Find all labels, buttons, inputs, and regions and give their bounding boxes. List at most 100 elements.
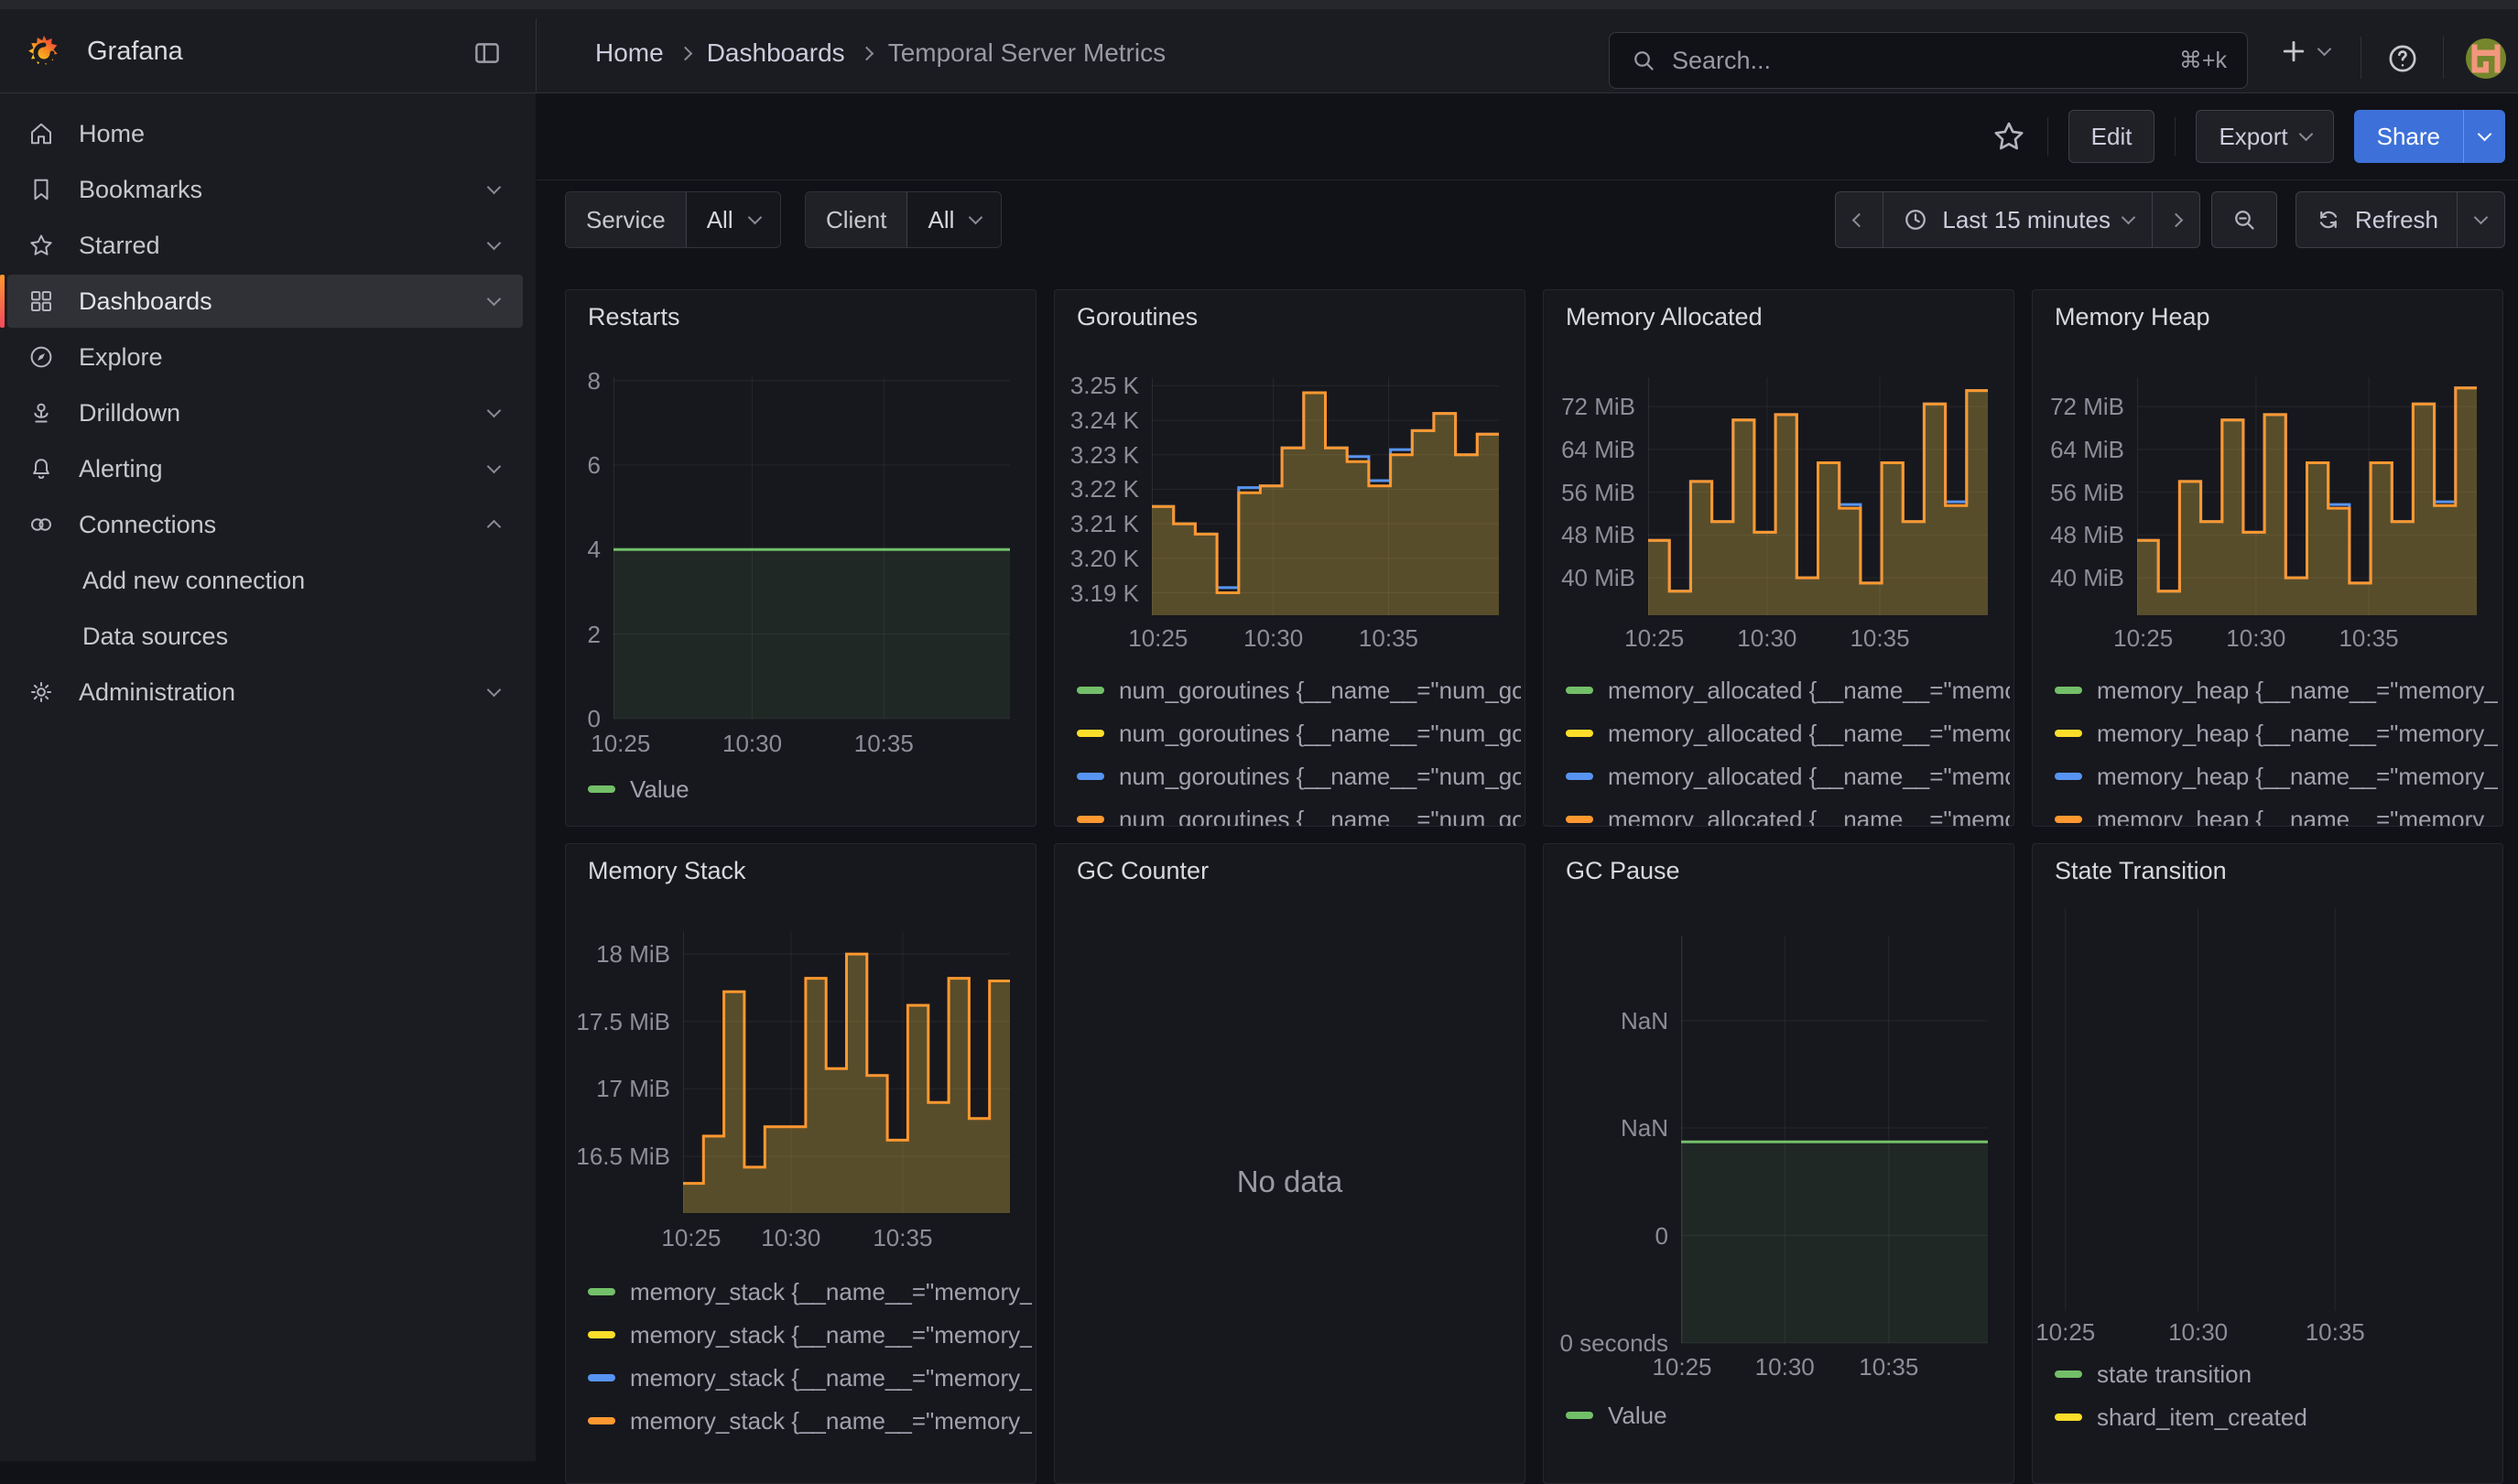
chart-gc-pause[interactable]: NaNNaN00 seconds10:2510:3010:35: [1544, 844, 2013, 1483]
time-shift-back-button[interactable]: [1835, 191, 1883, 248]
legend-label[interactable]: memory_heap {__name__="memory_h: [2097, 677, 2499, 704]
dock-sidebar-icon[interactable]: [472, 38, 503, 69]
zoom-out-button[interactable]: [2211, 191, 2277, 248]
sidebar-nav: HomeBookmarksStarredDashboardsExploreDri…: [0, 93, 536, 1461]
legend-label[interactable]: num_goroutines {__name__="num_go: [1119, 763, 1521, 790]
plot-area[interactable]: [613, 377, 1010, 719]
y-axis-tick-label: 3.19 K: [1055, 580, 1139, 608]
legend-label[interactable]: memory_allocated {__name__="memo: [1608, 677, 2010, 704]
bell-icon: [27, 455, 55, 482]
legend-color-chip: [1566, 1412, 1593, 1419]
legend-label[interactable]: memory_stack {__name__="memory_s: [630, 1321, 1032, 1349]
chevron-down-icon: [487, 683, 502, 698]
y-axis-tick-label: 40 MiB: [2033, 564, 2124, 592]
sidebar-item-administration[interactable]: Administration: [7, 666, 523, 719]
y-axis-tick-label: 64 MiB: [2033, 436, 2124, 464]
legend-label[interactable]: num_goroutines {__name__="num_go: [1119, 677, 1521, 704]
legend-label[interactable]: shard_item_created: [2097, 1403, 2307, 1431]
legend-label[interactable]: memory_stack {__name__="memory_s: [630, 1407, 1032, 1435]
export-button[interactable]: Export: [2196, 110, 2333, 163]
legend-label[interactable]: memory_allocated {__name__="memo: [1608, 720, 2010, 747]
legend-label[interactable]: memory_stack {__name__="memory_s: [630, 1278, 1032, 1305]
legend-label[interactable]: Value: [630, 775, 689, 803]
legend-item: state transition: [2055, 1360, 2499, 1388]
help-icon[interactable]: [2385, 41, 2420, 76]
legend-label[interactable]: memory_heap {__name__="memory_h: [2097, 763, 2499, 790]
legend: memory_stack {__name__="memory_s memory_s…: [588, 1278, 1032, 1450]
legend-color-chip: [588, 1417, 615, 1424]
user-avatar[interactable]: [2466, 38, 2506, 79]
x-axis-tick-label: 10:30: [727, 1224, 855, 1252]
legend-item: memory_allocated {__name__="memo: [1566, 720, 2010, 747]
favorite-star-icon[interactable]: [1991, 118, 2027, 155]
legend-item: memory_heap {__name__="memory_h: [2055, 806, 2499, 827]
sidebar-item-label: Add new connection: [82, 567, 305, 595]
new-menu[interactable]: [2277, 35, 2329, 68]
share-button-group: Share: [2354, 110, 2505, 163]
client-variable-select[interactable]: All: [907, 192, 1001, 247]
y-axis-tick-label: 2: [566, 621, 601, 649]
search-input[interactable]: [1672, 47, 2165, 75]
plot-area[interactable]: [2044, 908, 2479, 1311]
legend-label[interactable]: num_goroutines {__name__="num_go: [1119, 720, 1521, 747]
y-axis-tick-label: 72 MiB: [1544, 393, 1635, 421]
breadcrumb-separator-icon: [678, 46, 692, 60]
plot-area[interactable]: [2137, 377, 2477, 615]
sidebar-item-drilldown[interactable]: Drilldown: [7, 386, 523, 439]
sidebar-item-label: Data sources: [82, 623, 228, 651]
x-axis-tick-label: 10:25: [2079, 624, 2208, 653]
edit-button[interactable]: Edit: [2068, 110, 2155, 163]
topbar-divider: [536, 18, 537, 92]
sidebar-item-starred[interactable]: Starred: [7, 219, 523, 272]
refresh-interval-button[interactable]: [2457, 191, 2505, 248]
share-menu-button[interactable]: [2463, 110, 2505, 163]
legend-item: memory_heap {__name__="memory_h: [2055, 763, 2499, 790]
sidebar-item-bookmarks[interactable]: Bookmarks: [7, 163, 523, 216]
legend-label[interactable]: state transition: [2097, 1360, 2252, 1388]
time-range-picker[interactable]: Last 15 minutes: [1883, 191, 2153, 248]
service-variable-select[interactable]: All: [687, 192, 780, 247]
client-variable: Client All: [805, 191, 1002, 248]
legend-color-chip: [1566, 773, 1593, 780]
chevron-down-icon: [2122, 211, 2136, 225]
plot-area[interactable]: [1681, 936, 1988, 1343]
time-shift-forward-button[interactable]: [2152, 191, 2200, 248]
search-shortcut-hint: ⌘+k: [2179, 47, 2227, 74]
plot-area[interactable]: [1648, 377, 1988, 615]
export-label: Export: [2219, 123, 2287, 151]
grafana-logo-icon[interactable]: [24, 33, 64, 73]
plot-area[interactable]: [1152, 377, 1499, 615]
legend-color-chip: [1077, 687, 1104, 694]
search-box[interactable]: ⌘+k: [1609, 32, 2248, 89]
legend-label[interactable]: memory_allocated {__name__="memo: [1608, 806, 2010, 827]
share-button[interactable]: Share: [2354, 110, 2463, 163]
chevron-down-icon: [747, 211, 762, 225]
legend-item: memory_allocated {__name__="memo: [1566, 763, 2010, 790]
breadcrumb-home[interactable]: Home: [595, 38, 664, 68]
legend-label[interactable]: memory_heap {__name__="memory_h: [2097, 806, 2499, 827]
breadcrumb-dashboards[interactable]: Dashboards: [707, 38, 845, 68]
legend-label[interactable]: num_goroutines {__name__="num_go: [1119, 806, 1521, 827]
client-variable-value: All: [928, 206, 954, 234]
legend-label[interactable]: memory_allocated {__name__="memo: [1608, 763, 2010, 790]
sidebar-item-home[interactable]: Home: [7, 107, 523, 160]
legend: num_goroutines {__name__="num_go num_goro…: [1077, 677, 1521, 827]
sidebar-item-add-new-connection[interactable]: Add new connection: [7, 554, 523, 607]
sidebar-item-alerting[interactable]: Alerting: [7, 442, 523, 495]
legend-label[interactable]: memory_heap {__name__="memory_h: [2097, 720, 2499, 747]
plot-area[interactable]: [683, 931, 1010, 1213]
sidebar-item-dashboards[interactable]: Dashboards: [7, 275, 523, 328]
panel-title[interactable]: GC Counter: [1077, 857, 1209, 885]
legend-label[interactable]: Value: [1608, 1402, 1667, 1429]
service-variable: Service All: [565, 191, 781, 248]
legend-color-chip: [588, 1288, 615, 1295]
toolbar-divider: [2175, 117, 2176, 156]
x-axis-tick-label: 10:30: [1210, 624, 1338, 653]
sidebar-item-connections[interactable]: Connections: [7, 498, 523, 551]
chart-restarts[interactable]: 8642010:2510:3010:35: [566, 290, 1036, 826]
sidebar-item-data-sources[interactable]: Data sources: [7, 610, 523, 663]
refresh-button[interactable]: Refresh: [2296, 191, 2458, 248]
sidebar-item-explore[interactable]: Explore: [7, 330, 523, 384]
grid-icon: [27, 287, 55, 315]
legend-label[interactable]: memory_stack {__name__="memory_s: [630, 1364, 1032, 1392]
